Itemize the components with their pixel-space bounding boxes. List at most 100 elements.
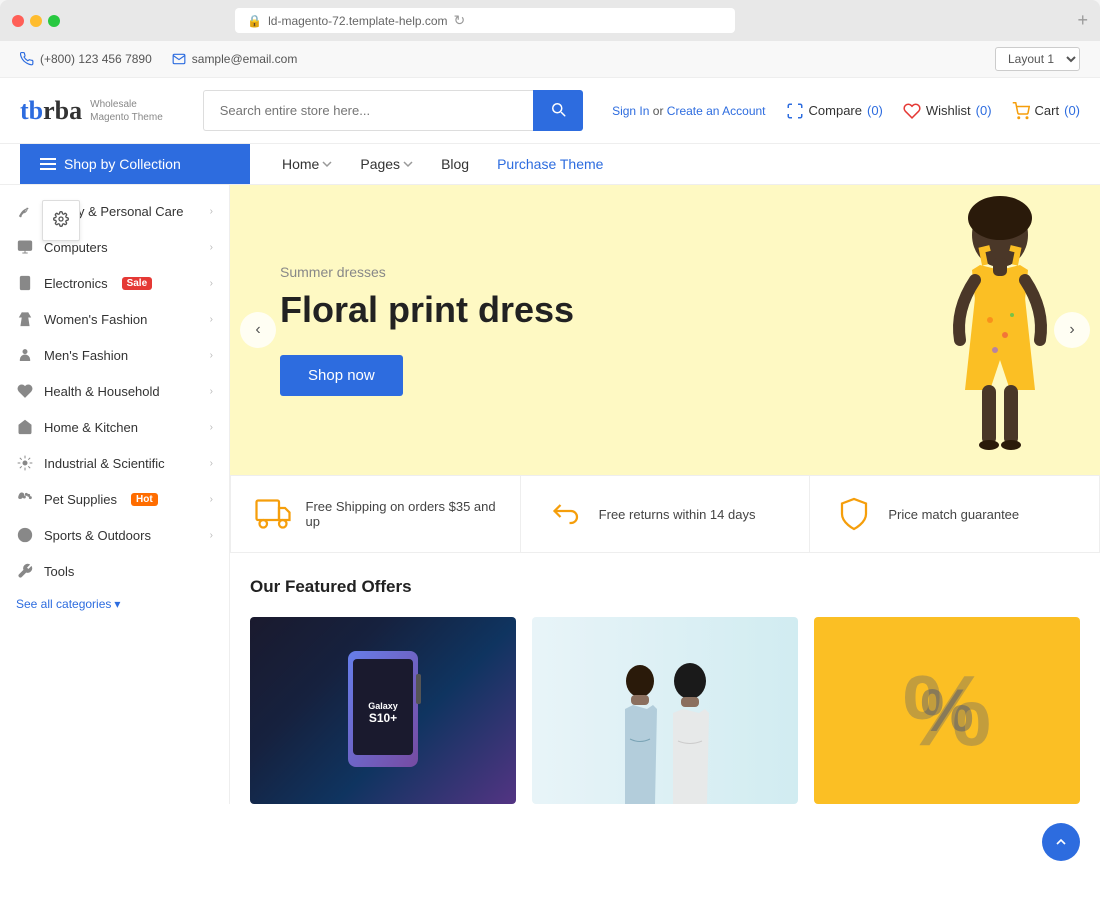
search-input[interactable]	[203, 90, 533, 131]
cart-button[interactable]: Cart (0)	[1012, 102, 1080, 120]
fashion-figures-icon	[595, 659, 735, 804]
sidebar-item-label: Women's Fashion	[44, 312, 147, 327]
hero-content: Summer dresses Floral print dress Shop n…	[230, 224, 624, 436]
offer-card-fashion[interactable]: Save 10% on Women's Dress	[532, 617, 798, 804]
new-tab-button[interactable]: +	[1077, 10, 1088, 31]
url-text: ld-magento-72.template-help.com	[268, 14, 447, 28]
sidebar-item-womens-fashion[interactable]: Women's Fashion ›	[0, 301, 229, 337]
offer-card-sale[interactable]: % % Shop Today's Deals	[814, 617, 1080, 804]
sidebar-item-sports[interactable]: Sports & Outdoors ›	[0, 517, 229, 553]
top-bar: (+800) 123 456 7890 sample@email.com Lay…	[0, 41, 1100, 78]
electronics-icon	[16, 274, 34, 292]
compare-button[interactable]: Compare (0)	[786, 102, 883, 120]
wishlist-label: Wishlist	[926, 103, 971, 118]
wishlist-button[interactable]: Wishlist (0)	[903, 102, 992, 120]
sidebar-item-electronics[interactable]: Electronics Sale ›	[0, 265, 229, 301]
maximize-button[interactable]	[48, 15, 60, 27]
feature-returns: Free returns within 14 days	[521, 476, 811, 552]
sidebar-item-pet-supplies[interactable]: Pet Supplies Hot ›	[0, 481, 229, 517]
sidebar-item-health[interactable]: Health & Household ›	[0, 373, 229, 409]
hero-prev-button[interactable]: ‹	[240, 312, 276, 348]
hero-subtitle: Summer dresses	[280, 264, 574, 280]
traffic-lights	[12, 15, 60, 27]
sidebar-item-beauty[interactable]: Beauty & Personal Care ›	[0, 193, 229, 229]
chevron-right-icon: ›	[210, 278, 213, 289]
shop-now-button[interactable]: Shop now	[280, 355, 403, 396]
sign-in-link[interactable]: Sign In	[612, 104, 649, 118]
nav-purchase-theme[interactable]: Purchase Theme	[485, 144, 615, 184]
minimize-button[interactable]	[30, 15, 42, 27]
sidebar-item-industrial[interactable]: Industrial & Scientific ›	[0, 445, 229, 481]
leaf-icon	[16, 202, 34, 220]
chevron-down-icon	[403, 159, 413, 169]
sidebar-item-mens-fashion[interactable]: Men's Fashion ›	[0, 337, 229, 373]
hero-image	[622, 185, 1100, 475]
svg-text:Galaxy: Galaxy	[368, 701, 398, 711]
sidebar-item-label: Industrial & Scientific	[44, 456, 165, 471]
hamburger-icon	[40, 158, 56, 170]
logo[interactable]: tbrba Wholesale Magento Theme	[20, 96, 163, 126]
chevron-right-icon: ›	[210, 530, 213, 541]
chevron-right-icon: ›	[210, 494, 213, 505]
offer-image-galaxy: Galaxy S10+	[250, 617, 516, 804]
header-actions: Sign In or Create an Account Compare (0)…	[612, 102, 1080, 120]
sidebar-item-label: Electronics	[44, 276, 108, 291]
chevron-right-icon: ›	[210, 458, 213, 469]
header: tbrba Wholesale Magento Theme Sign In or…	[0, 78, 1100, 144]
top-bar-right: Layout 1 Layout 2	[995, 47, 1080, 71]
sports-icon	[16, 526, 34, 544]
offer-card-galaxy[interactable]: Galaxy S10+ Save $300 on Samsung	[250, 617, 516, 804]
see-all-categories-link[interactable]: See all categories ▾	[0, 589, 229, 619]
nav-pages[interactable]: Pages	[348, 144, 425, 184]
top-bar-left: (+800) 123 456 7890 sample@email.com	[20, 52, 297, 66]
tools-icon	[16, 562, 34, 580]
shield-icon	[834, 494, 874, 534]
sidebar-item-home-kitchen[interactable]: Home & Kitchen ›	[0, 409, 229, 445]
chevron-up-icon	[1053, 834, 1069, 850]
sidebar-item-tools[interactable]: Tools	[0, 553, 229, 589]
scroll-to-top-button[interactable]	[1042, 823, 1080, 861]
logo-text: tbrba	[20, 96, 82, 126]
email-address: sample@email.com	[192, 52, 298, 66]
nav-home[interactable]: Home	[270, 144, 344, 184]
shop-by-collection-button[interactable]: Shop by Collection	[20, 144, 250, 184]
sidebar-item-label: Men's Fashion	[44, 348, 128, 363]
health-icon	[16, 382, 34, 400]
hero-title: Floral print dress	[280, 288, 574, 331]
wishlist-count: (0)	[976, 103, 992, 118]
nav-bar: Shop by Collection Home Pages Blog Purch…	[0, 144, 1100, 185]
percent-large: %	[920, 681, 973, 741]
dress-icon	[16, 310, 34, 328]
create-account-link[interactable]: Create an Account	[667, 104, 766, 118]
sidebar-item-computers[interactable]: Computers ›	[0, 229, 229, 265]
close-button[interactable]	[12, 15, 24, 27]
return-icon	[545, 494, 585, 534]
sidebar-item-label: Tools	[44, 564, 74, 579]
cart-count: (0)	[1064, 103, 1080, 118]
nav-links: Home Pages Blog Purchase Theme	[254, 144, 615, 184]
featured-offers-section: Our Featured Offers	[230, 553, 1100, 804]
hero-next-button[interactable]: ›	[1054, 312, 1090, 348]
chevron-right-icon: ›	[210, 206, 213, 217]
computer-icon	[16, 238, 34, 256]
refresh-button[interactable]: ↻	[454, 12, 466, 29]
browser-chrome: 🔒 ld-magento-72.template-help.com ↻ +	[0, 0, 1100, 41]
phone-icon	[20, 52, 34, 66]
svg-text:S10+: S10+	[369, 711, 397, 725]
account-links: Sign In or Create an Account	[612, 104, 765, 118]
chevron-right-icon: ›	[210, 386, 213, 397]
nav-blog[interactable]: Blog	[429, 144, 481, 184]
layout-select[interactable]: Layout 1 Layout 2	[995, 47, 1080, 71]
address-bar[interactable]: 🔒 ld-magento-72.template-help.com ↻	[235, 8, 735, 33]
offer-image-fashion	[532, 617, 798, 804]
search-bar	[203, 90, 583, 131]
email-item: sample@email.com	[172, 52, 298, 66]
search-button[interactable]	[533, 90, 583, 131]
page: (+800) 123 456 7890 sample@email.com Lay…	[0, 41, 1100, 901]
compare-icon	[786, 102, 804, 120]
hot-badge: Hot	[131, 493, 158, 506]
chevron-down-icon: ▾	[114, 597, 120, 611]
settings-gear-button[interactable]	[42, 200, 80, 241]
chevron-down-icon	[322, 159, 332, 169]
cart-label: Cart	[1035, 103, 1060, 118]
